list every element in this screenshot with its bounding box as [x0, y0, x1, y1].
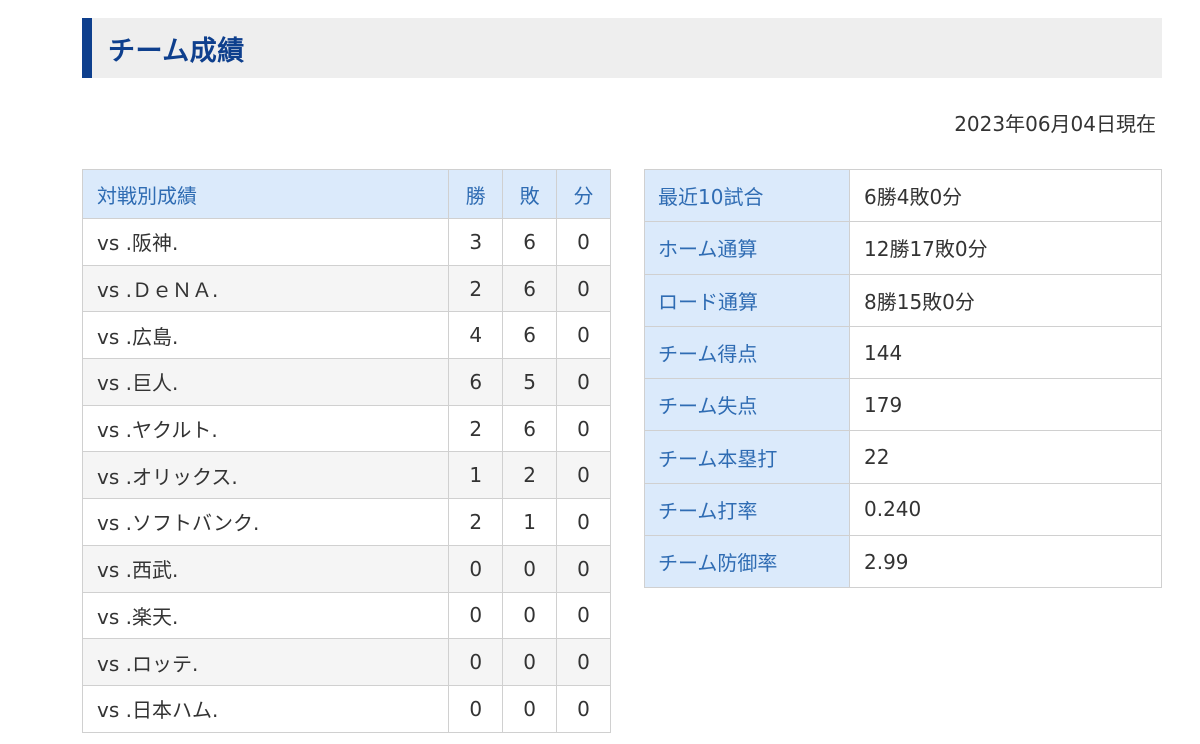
team-stats-table: 最近10試合 6勝4敗0分 ホーム通算 12勝17敗0分 ロード通算 8勝15敗…	[644, 168, 1162, 589]
opponent-cell: vs .巨人.	[81, 358, 450, 406]
stat-label: チーム防御率	[644, 535, 850, 589]
opponent-cell: vs .広島.	[81, 311, 450, 360]
stat-value: 179	[849, 378, 1162, 432]
page-title: チーム成績	[108, 35, 245, 67]
losses-cell: 0	[502, 544, 558, 593]
table-row: vs .ヤクルト. 2 6 0	[81, 404, 611, 453]
losses-cell: 0	[502, 591, 558, 640]
losses-cell: 6	[502, 311, 558, 360]
losses-cell: 0	[502, 638, 558, 686]
wins-cell: 6	[448, 358, 504, 406]
stat-label: ロード通算	[644, 273, 850, 327]
stat-row: チーム得点 144	[644, 325, 1162, 380]
draws-cell: 0	[556, 218, 611, 266]
stat-value: 144	[849, 325, 1162, 380]
table-row: vs .西武. 0 0 0	[81, 544, 611, 593]
losses-cell: 6	[502, 218, 558, 266]
losses-cell: 6	[502, 404, 558, 453]
opponent-cell: vs .阪神.	[81, 218, 450, 266]
draws-cell: 0	[556, 264, 611, 313]
header-matchup: 対戦別成績	[81, 169, 450, 219]
stat-row: 最近10試合 6勝4敗0分	[644, 168, 1162, 223]
losses-cell: 2	[502, 451, 558, 500]
wins-cell: 0	[448, 684, 504, 733]
wins-cell: 2	[448, 264, 504, 313]
header-wins: 勝	[448, 169, 504, 219]
stat-label: チーム失点	[644, 378, 850, 432]
stat-row: チーム打率 0.240	[644, 482, 1162, 537]
draws-cell: 0	[556, 311, 611, 360]
stat-row: ロード通算 8勝15敗0分	[644, 273, 1162, 327]
wins-cell: 2	[448, 498, 504, 546]
draws-cell: 0	[556, 451, 611, 500]
stat-label: チーム本塁打	[644, 430, 850, 484]
opponent-cell: vs .オリックス.	[81, 451, 450, 500]
draws-cell: 0	[556, 404, 611, 453]
as-of-date: 2023年06月04日現在	[954, 112, 1156, 136]
opponent-cell: vs .ＤｅＮＡ.	[81, 264, 450, 313]
draws-cell: 0	[556, 638, 611, 686]
stat-value: 2.99	[849, 535, 1162, 589]
matchup-table: 対戦別成績 勝 敗 分 vs .阪神. 3 6 0 vs .ＤｅＮＡ. 2 6 …	[81, 169, 611, 733]
opponent-cell: vs .楽天.	[81, 591, 450, 640]
stat-label: 最近10試合	[644, 168, 850, 223]
stat-label: チーム得点	[644, 325, 850, 380]
losses-cell: 5	[502, 358, 558, 406]
wins-cell: 3	[448, 218, 504, 266]
draws-cell: 0	[556, 358, 611, 406]
opponent-cell: vs .西武.	[81, 544, 450, 593]
opponent-cell: vs .ヤクルト.	[81, 404, 450, 453]
table-row: vs .オリックス. 1 2 0	[81, 451, 611, 500]
table-row: vs .阪神. 3 6 0	[81, 218, 611, 266]
stat-label: チーム打率	[644, 482, 850, 537]
header-draws: 分	[556, 169, 611, 219]
wins-cell: 2	[448, 404, 504, 453]
stat-value: 8勝15敗0分	[849, 273, 1162, 327]
wins-cell: 1	[448, 451, 504, 500]
stat-row: チーム防御率 2.99	[644, 535, 1162, 589]
draws-cell: 0	[556, 591, 611, 640]
table-row: vs .日本ハム. 0 0 0	[81, 684, 611, 733]
stat-value: 22	[849, 430, 1162, 484]
table-row: vs .ロッテ. 0 0 0	[81, 638, 611, 686]
table-row: vs .ＤｅＮＡ. 2 6 0	[81, 264, 611, 313]
draws-cell: 0	[556, 498, 611, 546]
stat-value: 6勝4敗0分	[849, 168, 1162, 223]
opponent-cell: vs .ロッテ.	[81, 638, 450, 686]
wins-cell: 0	[448, 638, 504, 686]
header-losses: 敗	[502, 169, 558, 219]
opponent-cell: vs .ソフトバンク.	[81, 498, 450, 546]
losses-cell: 1	[502, 498, 558, 546]
stat-label: ホーム通算	[644, 221, 850, 275]
wins-cell: 0	[448, 591, 504, 640]
wins-cell: 0	[448, 544, 504, 593]
draws-cell: 0	[556, 684, 611, 733]
losses-cell: 6	[502, 264, 558, 313]
table-row: vs .楽天. 0 0 0	[81, 591, 611, 640]
matchup-header-row: 対戦別成績 勝 敗 分	[81, 169, 611, 219]
wins-cell: 4	[448, 311, 504, 360]
stat-value: 12勝17敗0分	[849, 221, 1162, 275]
stat-row: ホーム通算 12勝17敗0分	[644, 221, 1162, 275]
draws-cell: 0	[556, 544, 611, 593]
stat-row: チーム失点 179	[644, 378, 1162, 432]
stat-row: チーム本塁打 22	[644, 430, 1162, 484]
table-row: vs .巨人. 6 5 0	[81, 358, 611, 406]
opponent-cell: vs .日本ハム.	[81, 684, 450, 733]
losses-cell: 0	[502, 684, 558, 733]
table-row: vs .広島. 4 6 0	[81, 311, 611, 360]
page-heading: チーム成績	[82, 18, 1162, 78]
table-row: vs .ソフトバンク. 2 1 0	[81, 498, 611, 546]
stat-value: 0.240	[849, 482, 1162, 537]
